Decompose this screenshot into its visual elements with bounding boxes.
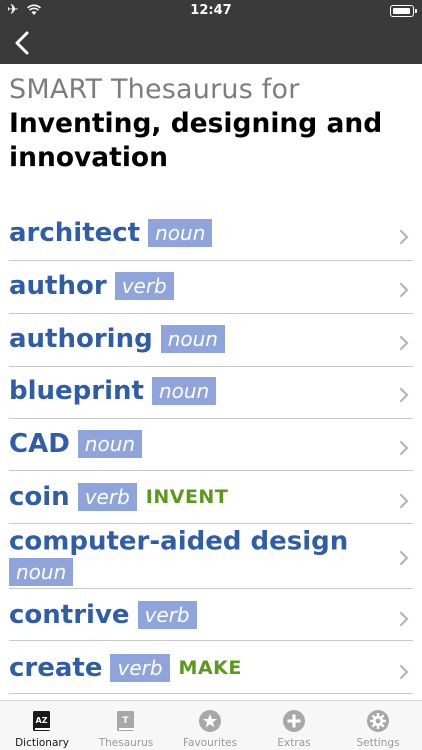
tab-label: Dictionary	[15, 737, 69, 749]
divider	[9, 523, 413, 524]
list-item[interactable]: computer-aided design noun	[9, 526, 413, 587]
divider	[9, 693, 413, 694]
divider	[9, 366, 413, 367]
headword: coin	[9, 482, 70, 512]
divider	[9, 260, 413, 261]
chevron-right-icon	[399, 387, 409, 403]
svg-text:T: T	[122, 716, 129, 726]
sense-tag: INVENT	[145, 486, 229, 508]
part-of-speech-badge: noun	[160, 325, 225, 353]
dictionary-icon: AZ	[33, 711, 50, 731]
tab-extras[interactable]: Extras	[252, 701, 336, 750]
page-subtitle: SMART Thesaurus for	[9, 74, 300, 105]
status-time: 12:47	[190, 3, 232, 18]
chevron-right-icon	[399, 335, 409, 351]
gear-icon	[367, 710, 389, 732]
divider	[9, 588, 413, 589]
part-of-speech-badge: verb	[110, 654, 170, 682]
back-icon[interactable]	[12, 30, 34, 56]
headword: blueprint	[9, 376, 144, 406]
part-of-speech-badge: verb	[77, 483, 137, 511]
list-item[interactable]: author verb	[9, 271, 413, 301]
part-of-speech-badge: noun	[9, 558, 74, 586]
list-item[interactable]: architect noun	[9, 218, 413, 248]
list-item[interactable]: contrive verb	[9, 600, 413, 630]
chevron-right-icon	[399, 440, 409, 456]
tab-bar: AZ Dictionary T Thesaurus Favourites Ext…	[0, 700, 422, 750]
svg-text:AZ: AZ	[36, 716, 48, 725]
plus-icon	[283, 710, 305, 732]
headword: create	[9, 653, 103, 683]
list-item[interactable]: authoring noun	[9, 324, 413, 354]
battery-icon	[390, 5, 417, 17]
tab-thesaurus[interactable]: T Thesaurus	[84, 701, 168, 750]
part-of-speech-badge: noun	[148, 219, 213, 247]
tab-label: Thesaurus	[98, 737, 154, 749]
page-title: Inventing, designing and innovation	[9, 108, 383, 173]
list-item[interactable]: create verb MAKE	[9, 653, 413, 683]
chevron-right-icon	[399, 493, 409, 509]
chevron-right-icon	[399, 611, 409, 627]
headword: CAD	[9, 429, 70, 459]
navigation-bar: ✈ 12:47	[0, 0, 422, 64]
headword: author	[9, 271, 107, 301]
list-item[interactable]: coin verb INVENT	[9, 482, 413, 512]
headword: authoring	[9, 324, 153, 354]
list-item[interactable]: blueprint noun	[9, 376, 413, 406]
tab-dictionary[interactable]: AZ Dictionary	[0, 701, 84, 750]
tab-settings[interactable]: Settings	[336, 701, 420, 750]
status-bar: ✈ 12:47	[0, 0, 422, 22]
star-icon	[199, 710, 221, 732]
part-of-speech-badge: verb	[137, 601, 197, 629]
chevron-right-icon	[399, 229, 409, 245]
part-of-speech-badge: verb	[114, 272, 174, 300]
chevron-right-icon	[399, 282, 409, 298]
part-of-speech-badge: noun	[77, 430, 143, 458]
tab-label: Favourites	[182, 737, 238, 749]
divider	[9, 640, 413, 641]
list-item[interactable]: CAD noun	[9, 429, 413, 459]
tab-label: Extras	[277, 737, 311, 749]
chevron-right-icon	[399, 664, 409, 680]
headword: architect	[9, 218, 141, 248]
headword: computer-aided design	[9, 526, 349, 557]
tab-label: Settings	[356, 737, 400, 749]
thesaurus-icon: T	[117, 711, 134, 731]
part-of-speech-badge: noun	[151, 377, 217, 405]
chevron-right-icon	[399, 550, 409, 566]
divider	[9, 470, 413, 471]
headword: contrive	[9, 600, 130, 630]
divider	[9, 418, 413, 419]
tab-favourites[interactable]: Favourites	[168, 701, 252, 750]
divider	[9, 313, 413, 314]
sense-tag: MAKE	[178, 657, 242, 679]
